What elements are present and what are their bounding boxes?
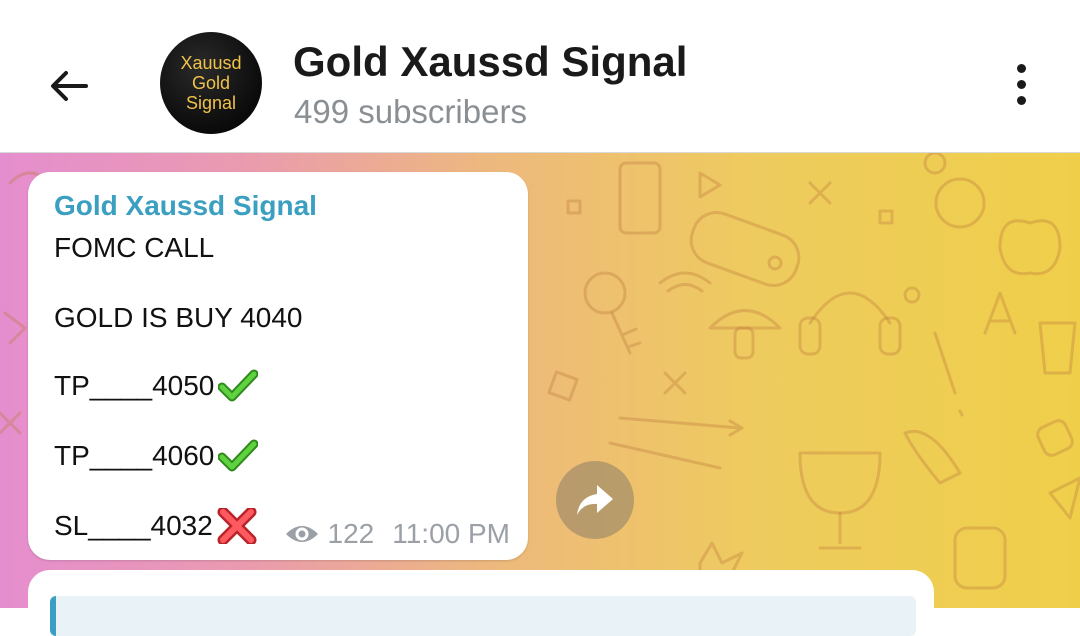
message-line: TP____4050 xyxy=(54,368,259,404)
message-bubble[interactable]: Gold Xaussd Signal FOMC CALL GOLD IS BUY… xyxy=(28,172,528,560)
cross-mark-icon xyxy=(217,508,257,544)
message-time: 11:00 PM xyxy=(392,518,510,549)
message-line-text: TP____4050 xyxy=(54,370,215,401)
chat-header: Xauusd Gold Signal Gold Xaussd Signal 49… xyxy=(0,0,1080,153)
message-line: SL____4032 xyxy=(54,508,257,544)
message-sender[interactable]: Gold Xaussd Signal xyxy=(54,190,317,222)
view-count: 122 xyxy=(327,518,375,549)
check-mark-icon xyxy=(218,369,259,402)
message-bubble-next[interactable] xyxy=(28,570,934,636)
message-line: TP____4060 xyxy=(54,438,259,474)
share-arrow-icon xyxy=(577,485,613,515)
more-vertical-icon-dot xyxy=(1016,95,1026,105)
avatar-text-3: Signal xyxy=(185,93,237,113)
arrow-left-icon xyxy=(51,71,88,101)
eye-icon xyxy=(285,526,318,542)
more-vertical-icon xyxy=(1016,63,1026,73)
channel-title[interactable]: Gold Xaussd Signal xyxy=(293,38,687,86)
channel-avatar[interactable]: Xauusd Gold Signal xyxy=(160,32,262,134)
avatar-text-2: Gold xyxy=(191,73,231,93)
back-button[interactable] xyxy=(40,58,96,114)
message-meta: 122 11:00 PM xyxy=(284,518,510,550)
message-line-text: GOLD IS BUY 4040 xyxy=(54,302,303,333)
share-button[interactable] xyxy=(556,461,634,539)
message-line-text: TP____4060 xyxy=(54,440,215,471)
message-line: GOLD IS BUY 4040 xyxy=(54,302,303,334)
avatar-text-1: Xauusd xyxy=(180,53,242,73)
subscriber-count: 499 subscribers xyxy=(294,93,527,130)
more-vertical-icon-dot xyxy=(1016,79,1026,89)
message-line-text: SL____4032 xyxy=(54,510,213,541)
message-line: FOMC CALL xyxy=(54,232,214,264)
message-line-text: FOMC CALL xyxy=(54,232,215,263)
more-options-button[interactable] xyxy=(996,58,1046,110)
quoted-preview[interactable] xyxy=(50,596,916,636)
check-mark-icon xyxy=(218,439,259,472)
